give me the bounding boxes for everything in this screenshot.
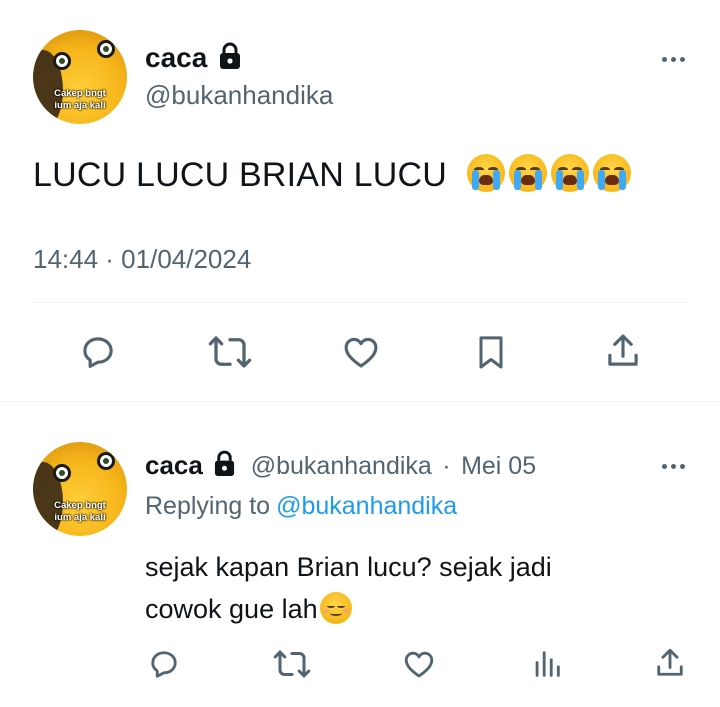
relieved-face-icon — [319, 592, 352, 624]
mention-link[interactable]: @bukanhandika — [276, 492, 457, 520]
display-name[interactable]: caca — [145, 42, 207, 73]
views-button[interactable] — [530, 646, 564, 682]
more-options-icon[interactable] — [662, 464, 685, 469]
reply-button[interactable] — [146, 646, 182, 682]
loudly-crying-emoji-group — [466, 154, 631, 192]
tweet-thread: Cakep bngt ium aja kali caca @bukanhandi… — [0, 0, 720, 707]
author-handle[interactable]: @bukanhandika — [145, 80, 333, 111]
reply-date[interactable]: Mei 05 — [461, 452, 536, 480]
tweet-text: LUCU LUCU BRIAN LUCU — [33, 154, 631, 195]
retweet-button[interactable] — [206, 330, 254, 374]
avatar[interactable]: Cakep bngt ium aja kali — [33, 442, 127, 536]
loudly-crying-face-icon — [550, 154, 589, 192]
display-name[interactable]: caca — [145, 450, 203, 480]
share-button[interactable] — [652, 644, 688, 682]
heart-icon — [404, 651, 434, 678]
replying-label: Replying to — [145, 492, 271, 520]
reply-author-row: caca @bukanhandika · Mei 05 — [145, 450, 536, 482]
reply-button[interactable] — [76, 330, 120, 374]
reply-icon — [83, 337, 113, 368]
loudly-crying-face-icon — [592, 154, 631, 192]
share-icon — [657, 648, 683, 676]
reply-text-line: cowok gue lah — [145, 594, 318, 624]
heart-icon — [344, 337, 378, 368]
share-button[interactable] — [601, 328, 645, 374]
avatar[interactable]: Cakep bngt ium aja kali — [33, 30, 127, 124]
tweet-timestamp[interactable]: 14:44 · 01/04/2024 — [33, 244, 251, 275]
bookmark-icon — [479, 336, 503, 369]
avatar-caption: ium aja kali — [54, 100, 106, 111]
loudly-crying-face-icon — [466, 154, 505, 192]
views-chart-icon — [535, 651, 560, 677]
lock-icon — [213, 450, 236, 482]
author-name-row: caca — [145, 42, 242, 75]
more-options-icon[interactable] — [662, 57, 685, 62]
reply-text: sejak kapan Brian lucu? sejak jadi cowok… — [145, 546, 665, 630]
retweet-button[interactable] — [272, 646, 312, 682]
share-icon — [608, 334, 638, 366]
lock-icon — [218, 42, 242, 75]
reply-text-line: sejak kapan Brian lucu? sejak jadi — [145, 552, 552, 582]
avatar-caption: Cakep bngt — [54, 500, 106, 511]
author-handle[interactable]: @bukanhandika — [251, 452, 432, 480]
avatar-caption: Cakep bngt — [54, 88, 106, 99]
reply-icon — [151, 651, 177, 678]
divider — [33, 302, 688, 303]
retweet-icon — [208, 336, 252, 368]
separator-dot: · — [442, 452, 451, 480]
loudly-crying-face-icon — [508, 154, 547, 192]
divider — [0, 401, 720, 402]
like-button[interactable] — [400, 646, 438, 682]
like-button[interactable] — [338, 330, 384, 374]
bookmark-button[interactable] — [470, 330, 512, 374]
tweet-text-content: LUCU LUCU BRIAN LUCU — [33, 156, 447, 194]
retweet-icon — [273, 650, 311, 678]
avatar-caption: ium aja kali — [54, 512, 106, 523]
replying-to: Replying to @bukanhandika — [145, 492, 457, 521]
